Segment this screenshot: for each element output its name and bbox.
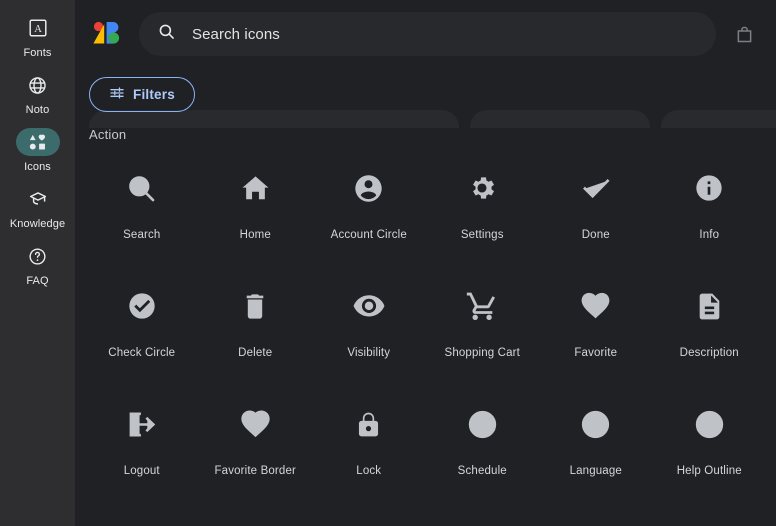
icon-cell-check-circle[interactable]: Check Circle — [85, 282, 199, 400]
icon-cell-logout[interactable]: Logout — [85, 400, 199, 518]
sidebar-item-knowledge[interactable]: Knowledge — [5, 185, 71, 231]
graduation-cap-icon — [16, 185, 60, 213]
check-icon — [579, 164, 613, 212]
sidebar-item-label: Icons — [24, 161, 51, 173]
icon-cell-help-outline[interactable]: Help Outline — [653, 400, 767, 518]
filters-button-label: Filters — [133, 87, 175, 102]
skeleton-chip — [89, 110, 459, 128]
icon-cell-description[interactable]: Description — [653, 282, 767, 400]
trash-icon — [239, 282, 271, 330]
document-lines-icon — [694, 282, 725, 330]
icon-label: Favorite — [574, 347, 618, 359]
icon-cell-language[interactable]: Language — [539, 400, 653, 518]
icon-cell-search[interactable]: Search — [85, 164, 199, 282]
google-fonts-logo[interactable] — [89, 15, 127, 53]
section-title: Action — [89, 127, 127, 142]
icon-cell-favorite-border[interactable]: Favorite Border — [199, 400, 313, 518]
search-bar[interactable] — [139, 12, 716, 56]
sidebar-item-label: Knowledge — [9, 218, 66, 230]
icon-cell-schedule[interactable]: Schedule — [426, 400, 540, 518]
fonts-icon: A — [16, 14, 60, 42]
icon-cell-done[interactable]: Done — [539, 164, 653, 282]
top-header — [75, 0, 776, 68]
icon-grid: Search Home Account Circle Settings Done… — [75, 164, 776, 518]
svg-text:A: A — [34, 24, 42, 35]
heart-filled-icon — [579, 282, 612, 330]
icon-label: Account Circle — [330, 229, 407, 241]
icon-label: Logout — [123, 465, 160, 477]
category-chip-skeletons — [89, 110, 776, 128]
search-input[interactable] — [190, 24, 698, 44]
search-icon — [125, 164, 158, 212]
icon-label: Done — [581, 229, 610, 241]
icon-label: Delete — [238, 347, 273, 359]
logout-icon — [125, 400, 158, 448]
icon-label: Search — [123, 229, 161, 241]
icon-label: Visibility — [347, 347, 391, 359]
shopping-bag-icon[interactable] — [726, 16, 762, 52]
globe-icon — [579, 400, 612, 448]
icon-cell-delete[interactable]: Delete — [199, 282, 313, 400]
icon-cell-home[interactable]: Home — [199, 164, 313, 282]
skeleton-chip — [661, 110, 776, 128]
icon-label: Schedule — [457, 465, 507, 477]
main-content: Filters Action Search Home — [75, 0, 776, 526]
filter-toolbar: Filters — [75, 68, 776, 128]
help-outline-icon — [693, 400, 726, 448]
account-circle-icon — [352, 164, 385, 212]
sidebar-item-label: FAQ — [26, 275, 49, 287]
sidebar-item-fonts[interactable]: A Fonts — [5, 14, 71, 60]
icon-cell-shopping-cart[interactable]: Shopping Cart — [426, 282, 540, 400]
settings-gear-icon — [466, 164, 498, 212]
sidebar-item-faq[interactable]: FAQ — [5, 242, 71, 288]
shopping-cart-icon — [465, 282, 499, 330]
sidebar-item-noto[interactable]: Noto — [5, 71, 71, 117]
help-circle-icon — [16, 242, 60, 270]
icon-cell-lock[interactable]: Lock — [312, 400, 426, 518]
sidebar: A Fonts Noto Icons Knowledge FAQ — [0, 0, 75, 526]
icon-cell-info[interactable]: Info — [653, 164, 767, 282]
icon-label: Home — [239, 229, 271, 241]
lock-icon — [353, 400, 384, 448]
icon-label: Info — [699, 229, 720, 241]
icon-label: Shopping Cart — [444, 347, 520, 359]
skeleton-chip — [470, 110, 650, 128]
icon-label: Help Outline — [676, 465, 742, 477]
sidebar-item-icons[interactable]: Icons — [5, 128, 71, 174]
eye-icon — [352, 282, 386, 330]
icon-label: Favorite Border — [214, 465, 296, 477]
icon-label: Description — [679, 347, 739, 359]
sidebar-item-label: Noto — [25, 104, 50, 116]
icon-label: Check Circle — [108, 347, 176, 359]
icon-cell-settings[interactable]: Settings — [426, 164, 540, 282]
clock-icon — [466, 400, 499, 448]
tune-icon — [109, 85, 125, 104]
icon-label: Lock — [356, 465, 382, 477]
sidebar-item-label: Fonts — [23, 47, 52, 59]
home-icon — [239, 164, 272, 212]
filters-button[interactable]: Filters — [89, 77, 195, 112]
search-icon — [157, 22, 176, 46]
app-root: A Fonts Noto Icons Knowledge FAQ Search … — [0, 0, 776, 526]
globe-icon — [16, 71, 60, 99]
icon-label: Settings — [460, 229, 504, 241]
shapes-icon — [15, 128, 60, 156]
info-icon — [693, 164, 725, 212]
heart-outline-icon — [239, 400, 272, 448]
icon-cell-visibility[interactable]: Visibility — [312, 282, 426, 400]
icon-cell-account-circle[interactable]: Account Circle — [312, 164, 426, 282]
icon-cell-favorite[interactable]: Favorite — [539, 282, 653, 400]
icon-label: Language — [569, 465, 622, 477]
check-circle-icon — [126, 282, 158, 330]
